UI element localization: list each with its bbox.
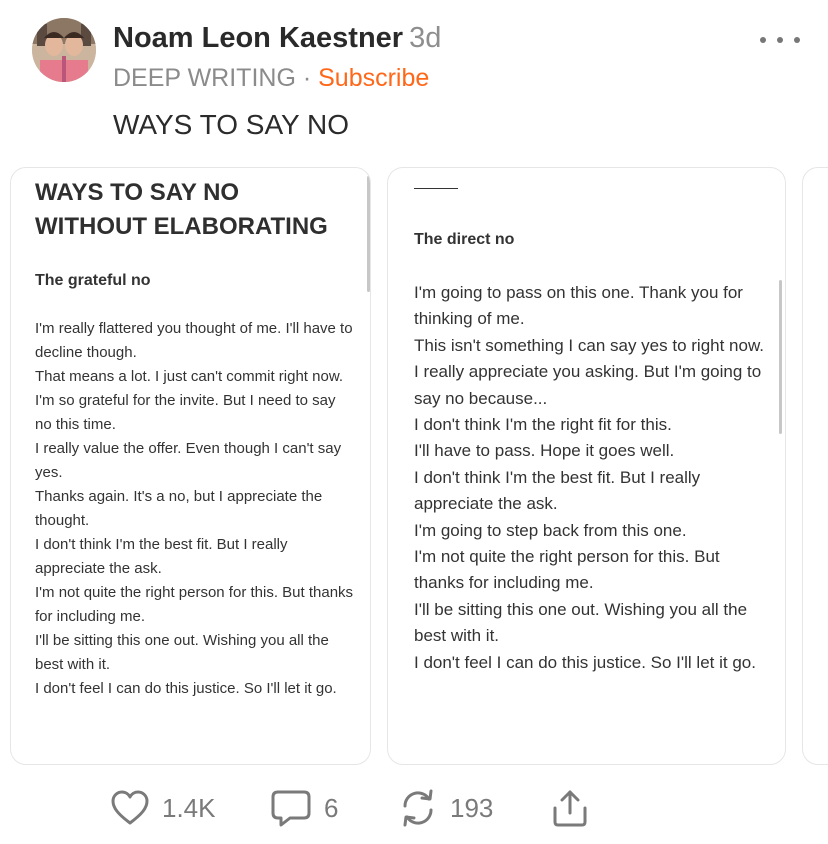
section-heading: The direct no	[414, 231, 515, 248]
list-item: I don't think I'm the best fit. But I re…	[414, 467, 701, 514]
list-item: That means a lot. I just can't commit ri…	[35, 368, 343, 385]
avatar-image	[32, 18, 96, 82]
list-item: I'm so grateful for the invite. But I ne…	[35, 392, 336, 433]
list-item: I'll be sitting this one out. Wishing yo…	[35, 632, 329, 673]
list-item: I'll be sitting this one out. Wishing yo…	[414, 599, 748, 646]
section-heading: The grateful no	[35, 272, 151, 289]
list-item: I'm not quite the right person for this.…	[35, 584, 354, 625]
scrollbar[interactable]	[367, 176, 370, 292]
restack-button[interactable]: 193	[398, 786, 493, 830]
list-item: I'm really flattered you thought of me. …	[35, 320, 353, 361]
list-item: I'm not quite the right person for this.…	[414, 547, 720, 593]
phrase-list: I'm really flattered you thought of me. …	[35, 317, 355, 701]
publication-name[interactable]: DEEP WRITING	[113, 64, 296, 92]
like-button[interactable]: 1.4K	[110, 786, 216, 830]
publication-line: DEEP WRITING · Subscribe	[113, 64, 429, 93]
action-bar: 1.4K 6 193	[0, 786, 828, 830]
separator-dot: ·	[295, 64, 319, 92]
list-item: I'm going to pass on this one. Thank you…	[414, 283, 743, 329]
comment-icon	[271, 790, 311, 827]
card-title: WAYS TO SAY NO WITHOUT ELABORATING	[35, 179, 328, 240]
list-item: I don't think I'm the right fit for this…	[414, 415, 672, 435]
comment-button[interactable]: 6	[270, 786, 338, 830]
list-item: I don't think I'm the best fit. But I re…	[35, 536, 288, 577]
heart-icon	[111, 790, 149, 825]
image-card-2[interactable]: The direct no I'm going to pass on this …	[387, 167, 786, 765]
more-icon[interactable]	[760, 28, 800, 52]
list-item: This isn't something I can say yes to ri…	[414, 335, 765, 355]
list-item: I really appreciate you asking. But I'm …	[414, 362, 762, 408]
share-button[interactable]	[551, 786, 589, 830]
comment-count: 6	[324, 792, 339, 823]
post-time: 3d	[409, 22, 442, 54]
list-item: Thanks again. It's a no, but I appreciat…	[35, 488, 323, 529]
scrollbar[interactable]	[779, 280, 782, 434]
post-text: WAYS TO SAY NO	[113, 109, 349, 140]
list-item: I'll have to pass. Hope it goes well.	[414, 441, 675, 461]
like-count: 1.4K	[162, 792, 216, 823]
author-name[interactable]: Noam Leon Kaestner	[113, 22, 403, 54]
list-item: I don't feel I can do this justice. So I…	[414, 652, 756, 672]
image-card-3[interactable]	[802, 167, 828, 765]
list-item: I really value the offer. Even though I …	[35, 440, 342, 481]
share-icon	[553, 790, 587, 827]
author-line: Noam Leon Kaestner 3d	[113, 22, 441, 55]
subscribe-link[interactable]: Subscribe	[318, 64, 429, 92]
restack-icon	[403, 789, 433, 827]
image-card-1[interactable]: WAYS TO SAY NO WITHOUT ELABORATING The g…	[10, 167, 371, 765]
divider	[414, 188, 458, 189]
phrase-list: I'm going to pass on this one. Thank you…	[414, 280, 769, 676]
list-item: I don't feel I can do this justice. So I…	[35, 680, 337, 697]
author-avatar[interactable]	[32, 18, 96, 82]
list-item: I'm going to step back from this one.	[414, 520, 687, 540]
restack-count: 193	[450, 792, 494, 823]
